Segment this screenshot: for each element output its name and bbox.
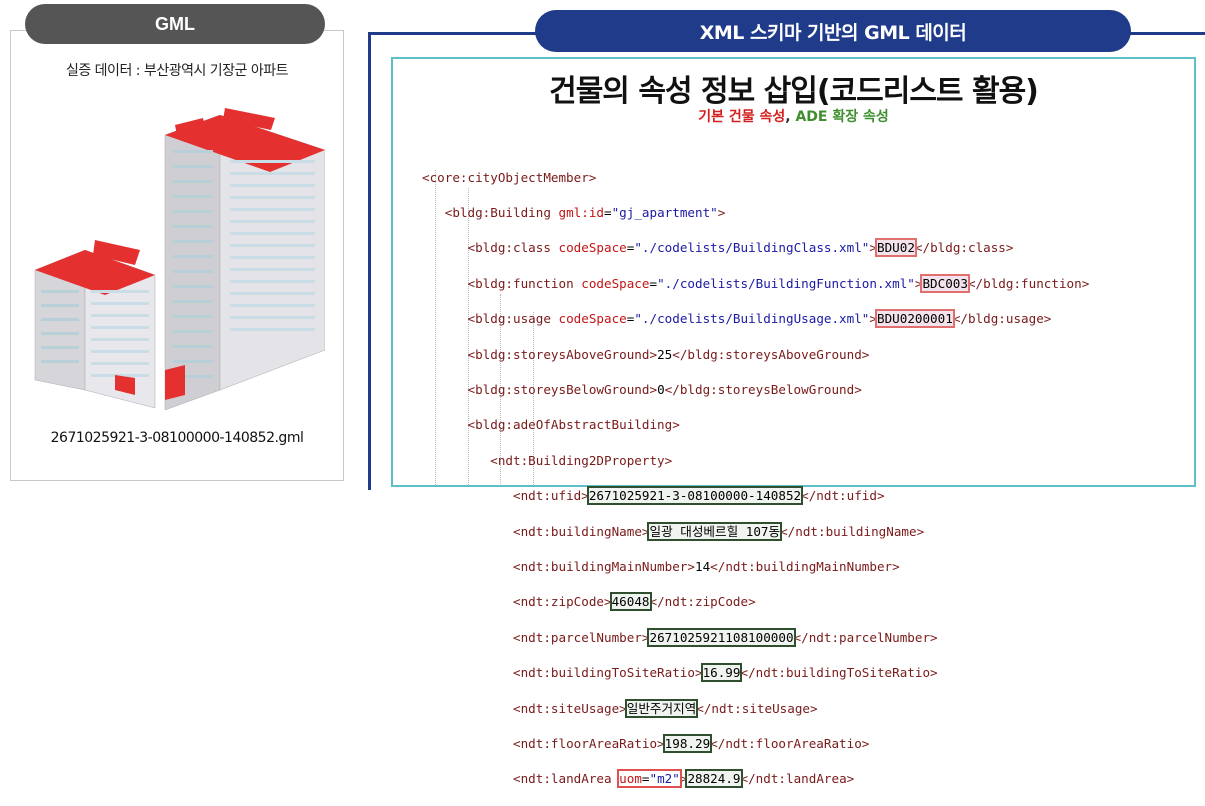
gml-tab-label: GML: [25, 4, 325, 44]
attribute-legend: 기본 건물 속성, ADE 확장 속성: [391, 106, 1196, 126]
code-line: <bldg:adeOfAbstractBuilding>: [467, 417, 680, 433]
figure-heading: 건물의 속성 정보 삽입(코드리스트 활용): [549, 74, 1039, 109]
right-panel-left-border: [368, 32, 371, 490]
xml-gml-tab-label: XML 스키마 기반의 GML 데이터: [535, 10, 1131, 52]
ade-attribute-value: 2671025921108100000: [647, 627, 796, 647]
ade-attribute-value: 일광 대성베르힐 107동: [647, 521, 783, 541]
code-line: <ndt:siteUsage>일반주거지역</ndt:siteUsage>: [513, 698, 818, 718]
gml-code-listing: <core:cityObjectMember> <bldg:Building g…: [422, 151, 1089, 806]
code-line: <bldg:storeysAboveGround>25</bldg:storey…: [467, 346, 870, 362]
code-line: <ndt:buildingName>일광 대성베르힐 107동</ndt:bui…: [513, 521, 925, 541]
code-line: <ndt:landArea uom="m2">28824.9</ndt:land…: [513, 769, 855, 789]
unit-attribute: uom="m2": [617, 769, 682, 789]
code-line: <ndt:parcelNumber>2671025921108100000</n…: [513, 627, 938, 647]
basic-attribute-value: BDC003: [920, 273, 970, 293]
legend-basic-attribute: 기본 건물 속성: [698, 109, 786, 125]
code-line: <ndt:zipCode>46048</ndt:zipCode>: [513, 592, 756, 612]
code-line: <bldg:class codeSpace="./codelists/Build…: [467, 238, 1014, 258]
tall-tower: [164, 108, 325, 411]
code-line: <bldg:function codeSpace="./codelists/Bu…: [467, 273, 1090, 293]
ade-attribute-value: 일반주거지역: [624, 698, 699, 718]
code-line: <ndt:buildingMainNumber>14</ndt:building…: [513, 559, 900, 574]
ade-attribute-value: 28824.9: [685, 769, 743, 789]
code-line: <core:cityObjectMember>: [422, 169, 597, 185]
ade-attribute-value: 198.29: [662, 733, 713, 753]
basic-attribute-value: BDU0200001: [874, 309, 955, 329]
code-line: <bldg:Building gml:id="gj_apartment">: [444, 205, 726, 221]
basic-attribute-value: BDU02: [874, 238, 917, 258]
gml-filename: 2671025921-3-08100000-140852.gml: [50, 430, 304, 446]
ade-attribute-value: 46048: [609, 592, 652, 612]
code-line: <bldg:usage codeSpace="./codelists/Build…: [467, 309, 1052, 329]
code-line: <ndt:Building2DProperty>: [490, 452, 673, 468]
sample-data-caption: 실증 데이터 : 부산광역시 기장군 아파트: [65, 63, 289, 79]
short-towers: [34, 240, 156, 409]
legend-separator: ,: [785, 109, 796, 125]
apartment-3d-model-image: [34, 108, 325, 411]
code-line: <ndt:floorAreaRatio>198.29</ndt:floorAre…: [513, 733, 870, 753]
ade-attribute-value: 16.99: [700, 663, 743, 683]
code-line: <ndt:buildingToSiteRatio>16.99</ndt:buil…: [513, 663, 938, 683]
legend-ade-attribute: ADE 확장 속성: [795, 109, 889, 125]
ade-attribute-value: 2671025921-3-08100000-140852: [586, 486, 804, 506]
code-line: <bldg:storeysBelowGround>0</bldg:storeys…: [467, 382, 862, 398]
